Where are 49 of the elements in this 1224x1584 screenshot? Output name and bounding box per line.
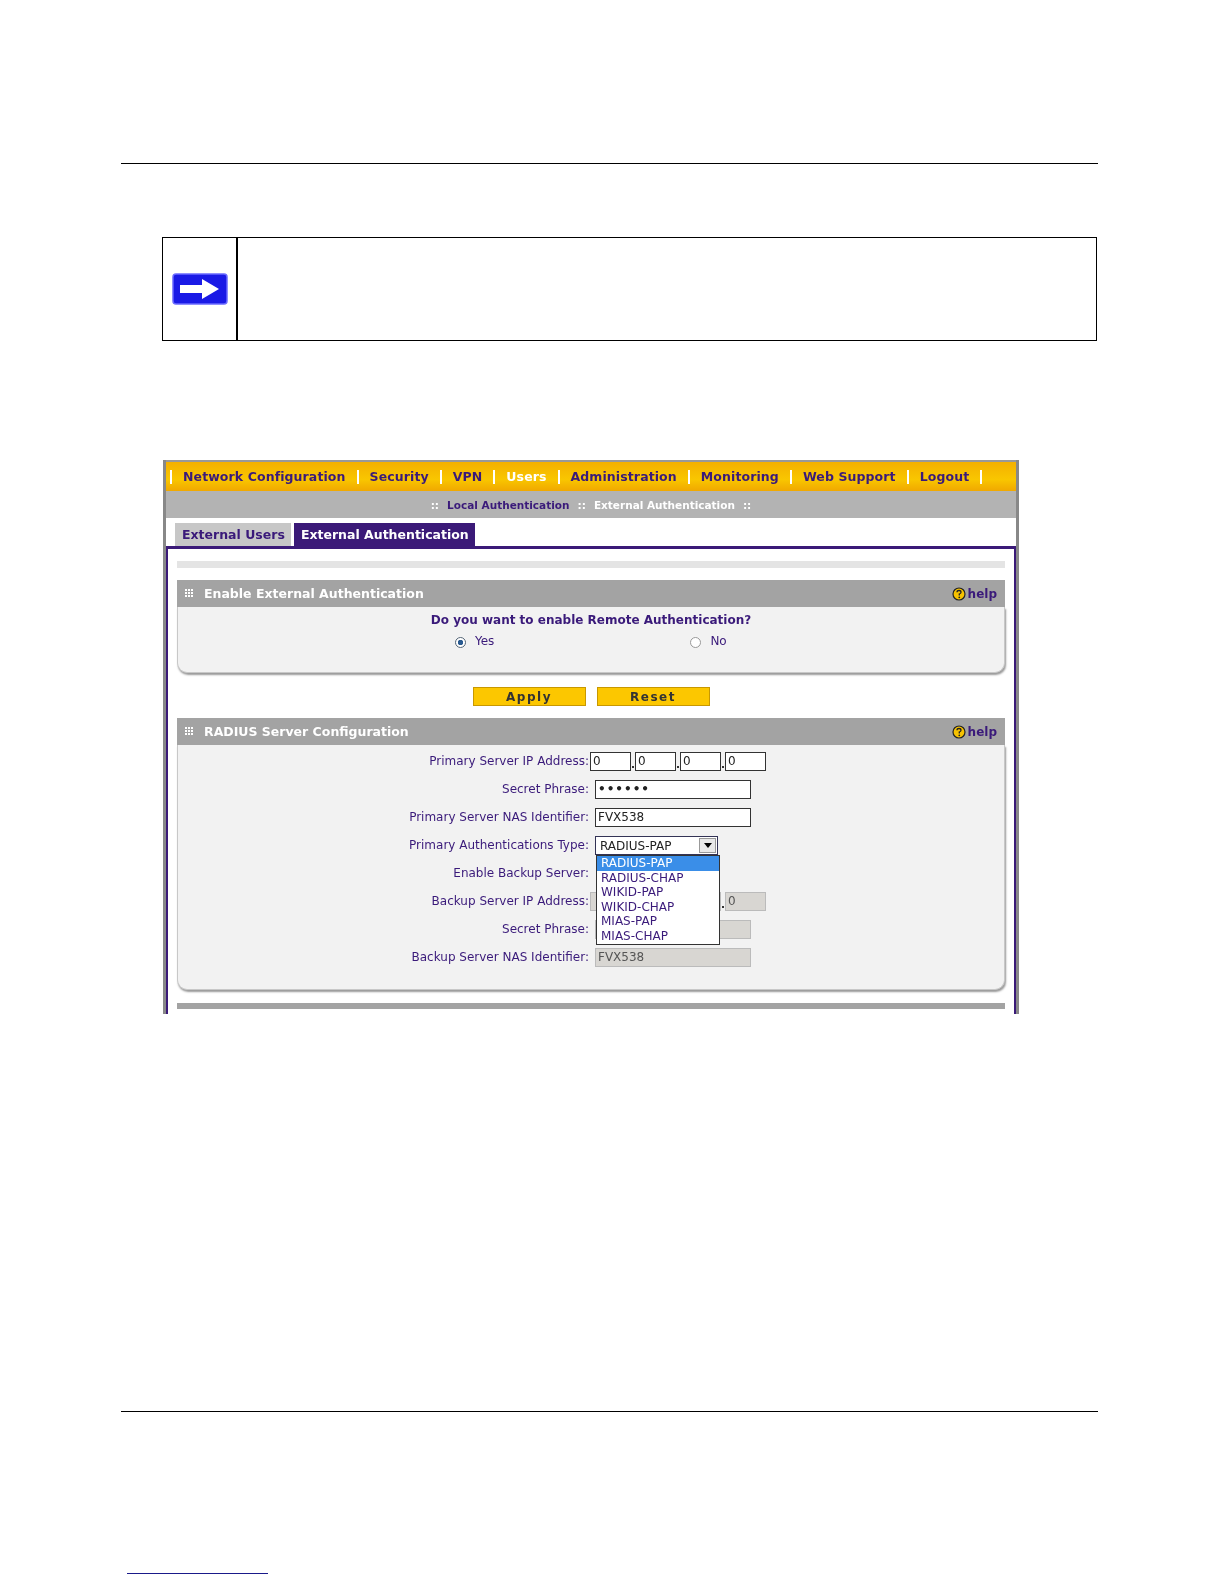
help-icon (951, 586, 966, 601)
separator: :: (742, 498, 752, 511)
help-icon (951, 724, 966, 739)
nav-link[interactable]: Security (356, 469, 440, 484)
grip-icon (185, 589, 194, 598)
password-field[interactable]: •••••• (595, 780, 751, 799)
grip-icon (185, 727, 194, 736)
section-title: RADIUS Server Configuration (204, 724, 410, 739)
field-label: Backup Server NAS Identifier: (410, 949, 589, 966)
help-link[interactable]: help (951, 586, 997, 601)
nav-link[interactable]: Logout (906, 469, 983, 484)
separator: :: (577, 498, 586, 511)
nav-link[interactable]: Network Configuration (170, 469, 357, 484)
radio-button[interactable] (455, 637, 466, 648)
field-label: Enable Backup Server: (452, 865, 589, 882)
field-label: Secret Phrase: (501, 921, 589, 938)
text-field[interactable]: FVX538 (595, 808, 751, 827)
field-label: Backup Server IP Address: (430, 893, 589, 910)
dropdown-option[interactable]: RADIUS-CHAP (597, 870, 719, 886)
ip-octet-field[interactable]: 0 (680, 752, 721, 771)
nav-link[interactable]: VPN (439, 469, 494, 484)
dropdown-option[interactable]: MIAS-CHAP (597, 928, 719, 944)
dropdown[interactable]: RADIUS-PAP (595, 836, 718, 855)
separator: :: (430, 498, 440, 511)
nav-link[interactable]: Monitoring (687, 469, 790, 484)
ip-octet-field[interactable]: 0 (635, 752, 676, 771)
help-link[interactable]: help (951, 724, 997, 739)
field-label: Secret Phrase: (501, 781, 589, 798)
subnav-link[interactable]: Local Authentication (447, 498, 570, 511)
tab[interactable]: External Authentication (293, 523, 475, 546)
question-text: Do you want to enable Remote Authentication? (429, 613, 753, 627)
ip-octet-field[interactable]: 0 (725, 752, 766, 771)
form-button[interactable]: Apply (472, 687, 586, 706)
dropdown-option[interactable]: MIAS-PAP (597, 914, 719, 929)
radio-button[interactable] (690, 637, 702, 648)
field-label: Primary Server IP Address: (428, 753, 589, 770)
dropdown-option[interactable]: WIKID-CHAP (597, 899, 719, 915)
form-button[interactable]: Reset (596, 687, 710, 706)
field-label: Primary Server NAS Identifier: (408, 809, 589, 826)
field-label: Primary Authentications Type: (408, 837, 589, 854)
nav-link[interactable]: Web Support (789, 469, 907, 484)
caret-icon (703, 843, 712, 848)
ip-octet-field[interactable]: 0 (590, 752, 631, 771)
dropdown-option[interactable]: WIKID-PAP (597, 885, 719, 900)
nav-link[interactable]: Administration (557, 469, 688, 484)
radio-label: No (710, 634, 727, 648)
section-title: Enable External Authentication (204, 586, 425, 601)
radio-label: Yes (475, 634, 495, 648)
tab[interactable]: External Users (175, 523, 291, 546)
